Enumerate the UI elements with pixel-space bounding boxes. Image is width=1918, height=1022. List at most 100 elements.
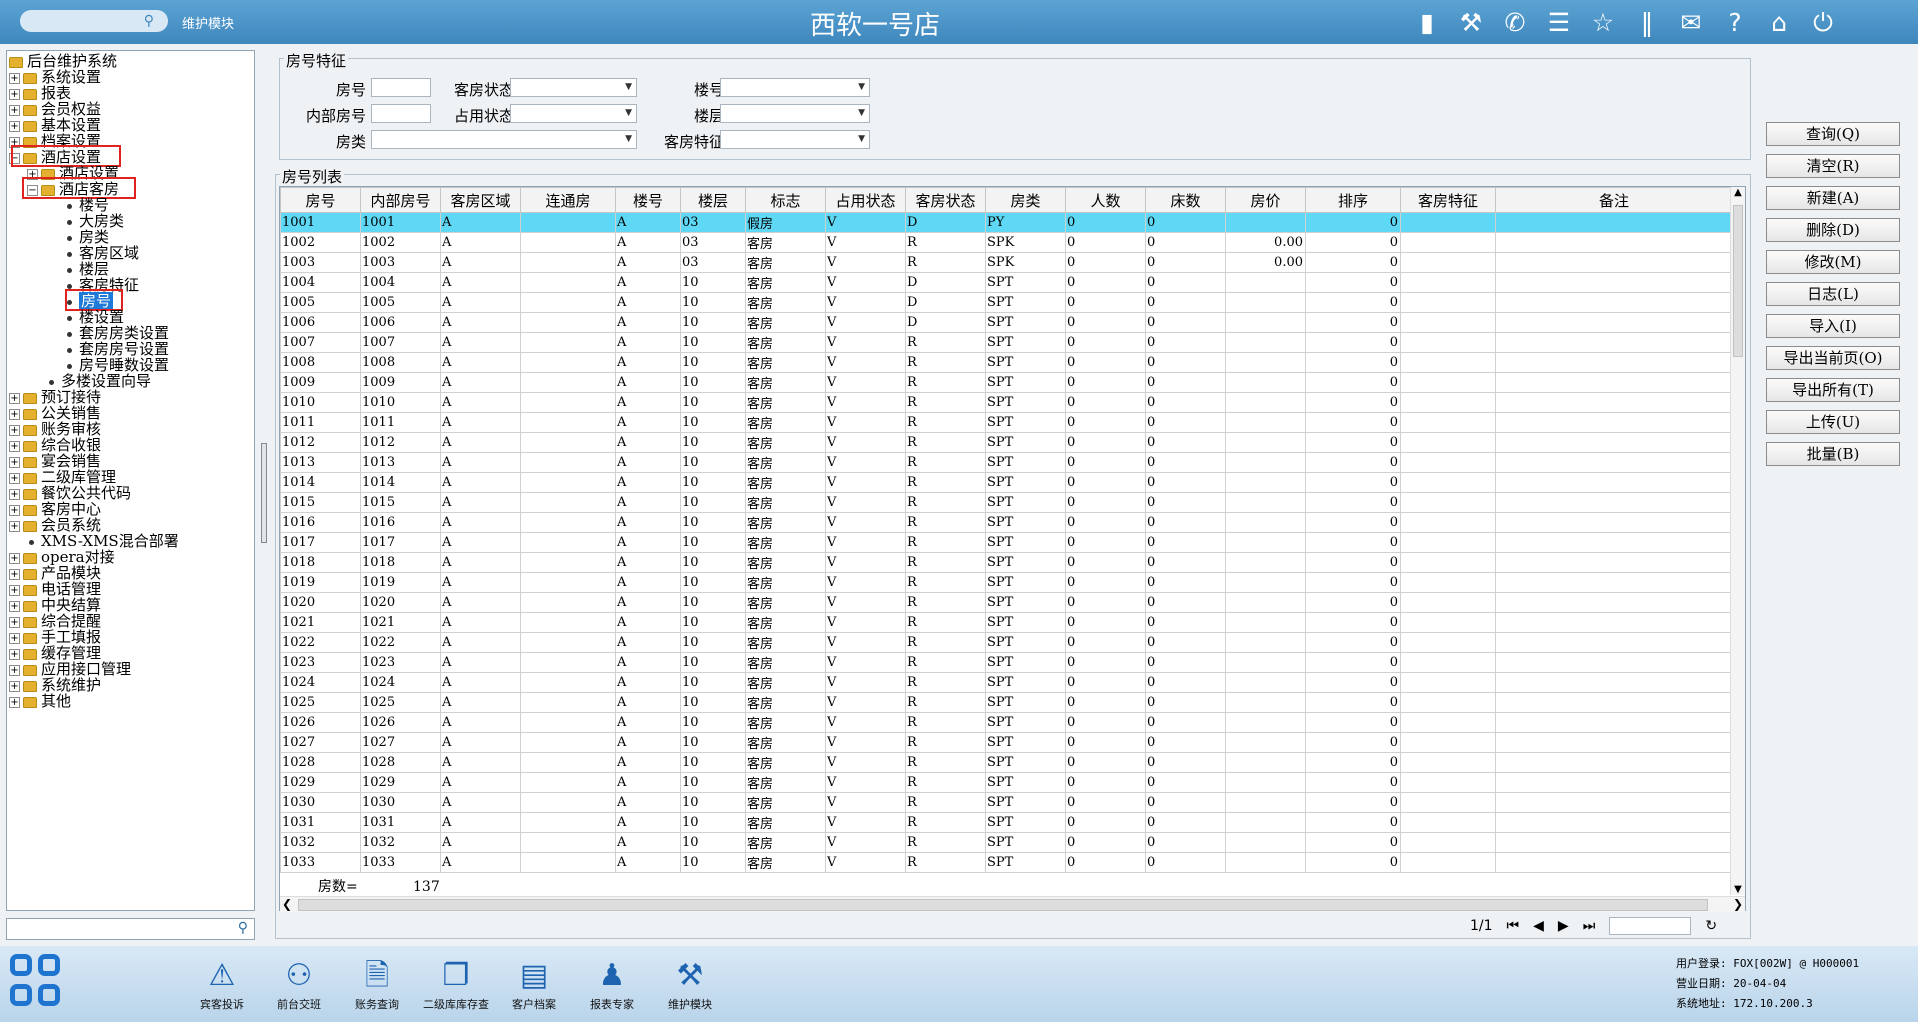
- table-row[interactable]: 1013 1013 A A 10 客房 V R SPT 0 0 0: [280, 452, 1733, 473]
- tree-leaf[interactable]: XMS-XMS混合部署: [27, 533, 179, 549]
- column-header[interactable]: 标志: [745, 187, 826, 213]
- query-button[interactable]: 查询(Q): [1766, 122, 1900, 146]
- refresh-icon[interactable]: ↻: [1705, 918, 1717, 934]
- tree-item[interactable]: + 综合收银: [9, 437, 101, 453]
- tree-leaf[interactable]: 套房房号设置: [65, 341, 169, 357]
- room-type-select[interactable]: ▼: [371, 130, 637, 149]
- scroll-thumb[interactable]: [298, 899, 1708, 911]
- column-header[interactable]: 房价: [1225, 187, 1306, 213]
- table-row[interactable]: 1016 1016 A A 10 客房 V R SPT 0 0 0: [280, 512, 1733, 533]
- scroll-right-icon[interactable]: ❯: [1733, 897, 1743, 911]
- tree-item[interactable]: + 会员系统: [9, 517, 101, 533]
- table-row[interactable]: 1023 1023 A A 10 客房 V R SPT 0 0 0: [280, 652, 1733, 673]
- tree-leaf[interactable]: 多楼设置向导: [47, 373, 151, 389]
- tree-leaf[interactable]: 房类: [65, 229, 109, 245]
- table-row[interactable]: 1004 1004 A A 10 客房 V D SPT 0 0 0: [280, 272, 1733, 293]
- chevron-down-icon[interactable]: ▼: [858, 79, 865, 96]
- mail-icon[interactable]: ✉: [1676, 8, 1706, 38]
- panel-splitter[interactable]: [261, 443, 267, 543]
- column-header[interactable]: 备注: [1495, 187, 1733, 213]
- tree-item[interactable]: + 报表: [9, 85, 71, 101]
- log-button[interactable]: 日志(L): [1766, 282, 1900, 306]
- scroll-thumb[interactable]: [1733, 205, 1743, 357]
- app-logo-icon[interactable]: [10, 954, 64, 1012]
- tree-item[interactable]: + 系统设置: [9, 69, 101, 85]
- table-row[interactable]: 1009 1009 A A 10 客房 V R SPT 0 0 0: [280, 372, 1733, 393]
- table-row[interactable]: 1002 1002 A A 03 客房 V R SPK 0 0 0.00 0: [280, 232, 1733, 253]
- table-row[interactable]: 1024 1024 A A 10 客房 V R SPT 0 0 0: [280, 672, 1733, 693]
- clear-button[interactable]: 清空(R): [1766, 154, 1900, 178]
- room-feature-select[interactable]: ▼: [720, 130, 870, 149]
- table-row[interactable]: 1005 1005 A A 10 客房 V D SPT 0 0 0: [280, 292, 1733, 313]
- tree-item[interactable]: + 其他: [9, 693, 71, 709]
- scroll-up-icon[interactable]: ▲: [1731, 187, 1745, 198]
- report-expert-button[interactable]: ♟ 报表专家: [572, 956, 652, 1012]
- column-header[interactable]: 排序: [1305, 187, 1401, 213]
- occupancy-status-select[interactable]: ▼: [510, 104, 637, 123]
- tree-item[interactable]: + 电话管理: [9, 581, 101, 597]
- modify-button[interactable]: 修改(M): [1766, 250, 1900, 274]
- table-row[interactable]: 1020 1020 A A 10 客房 V R SPT 0 0 0: [280, 592, 1733, 613]
- batch-button[interactable]: 批量(B): [1766, 442, 1900, 466]
- column-header[interactable]: 房号: [280, 187, 361, 213]
- building-select[interactable]: ▼: [720, 78, 870, 97]
- tree-item[interactable]: + 应用接口管理: [9, 661, 131, 677]
- home-icon[interactable]: ⌂: [1764, 8, 1794, 38]
- table-row[interactable]: 1021 1021 A A 10 客房 V R SPT 0 0 0: [280, 612, 1733, 633]
- tree-item[interactable]: + 预订接待: [9, 389, 101, 405]
- tree-item[interactable]: + 基本设置: [9, 117, 101, 133]
- tools-icon[interactable]: ⚒: [1456, 8, 1486, 38]
- upload-button[interactable]: 上传(U): [1766, 410, 1900, 434]
- table-row[interactable]: 1028 1028 A A 10 客房 V R SPT 0 0 0: [280, 752, 1733, 773]
- tree-leaf[interactable]: 大房类: [65, 213, 124, 229]
- floor-select[interactable]: ▼: [720, 104, 870, 123]
- table-row[interactable]: 1027 1027 A A 10 客房 V R SPT 0 0 0: [280, 732, 1733, 753]
- table-row[interactable]: 1006 1006 A A 10 客房 V D SPT 0 0 0: [280, 312, 1733, 333]
- next-page-icon[interactable]: ▶: [1558, 918, 1569, 934]
- tree-item[interactable]: + 客房中心: [9, 501, 101, 517]
- star-icon[interactable]: ☆: [1588, 8, 1618, 38]
- tree-root[interactable]: 后台维护系统: [9, 53, 117, 69]
- column-header[interactable]: 人数: [1065, 187, 1146, 213]
- chevron-down-icon[interactable]: ▼: [625, 131, 632, 148]
- table-row[interactable]: 1003 1003 A A 03 客房 V R SPK 0 0 0.00 0: [280, 252, 1733, 273]
- tree-item[interactable]: + 账务审核: [9, 421, 101, 437]
- tree-item[interactable]: + 缓存管理: [9, 645, 101, 661]
- phone-icon[interactable]: ✆: [1500, 8, 1530, 38]
- page-input[interactable]: [1609, 917, 1692, 935]
- first-page-icon[interactable]: ⏮: [1507, 918, 1520, 934]
- last-page-icon[interactable]: ⏭: [1583, 918, 1596, 934]
- table-row[interactable]: 1015 1015 A A 10 客房 V R SPT 0 0 0: [280, 492, 1733, 513]
- table-row[interactable]: 1007 1007 A A 10 客房 V R SPT 0 0 0: [280, 332, 1733, 353]
- table-row[interactable]: 1011 1011 A A 10 客房 V R SPT 0 0 0: [280, 412, 1733, 433]
- inventory-query-button[interactable]: ❐ 二级库库存查: [416, 956, 496, 1012]
- vertical-scrollbar[interactable]: ▲ ▼: [1730, 187, 1745, 895]
- tree-item[interactable]: + 会员权益: [9, 101, 101, 117]
- chevron-down-icon[interactable]: ▼: [625, 79, 632, 96]
- tree-item[interactable]: + 系统维护: [9, 677, 101, 693]
- table-row[interactable]: 1033 1033 A A 10 客房 V R SPT 0 0 0: [280, 852, 1733, 873]
- table-row[interactable]: 1001 1001 A A 03 假房 V D PY 0 0 0: [280, 212, 1733, 233]
- tree-item[interactable]: + 宴会销售: [9, 453, 101, 469]
- tree-leaf[interactable]: 房号睡数设置: [65, 357, 169, 373]
- front-shift-button[interactable]: ⚇ 前台交班: [259, 956, 339, 1012]
- table-row[interactable]: 1019 1019 A A 10 客房 V R SPT 0 0 0: [280, 572, 1733, 593]
- delete-button[interactable]: 删除(D): [1766, 218, 1900, 242]
- menu-icon[interactable]: ☰: [1544, 8, 1574, 38]
- scroll-left-icon[interactable]: ❮: [282, 897, 292, 911]
- tree-leaf[interactable]: 楼号: [65, 197, 109, 213]
- tree-item[interactable]: + 中央结算: [9, 597, 101, 613]
- export-all-button[interactable]: 导出所有(T): [1766, 378, 1900, 402]
- table-row[interactable]: 1029 1029 A A 10 客房 V R SPT 0 0 0: [280, 772, 1733, 793]
- guest-complaint-button[interactable]: ⚠ 宾客投诉: [182, 956, 262, 1012]
- inner-no-input[interactable]: [371, 104, 431, 123]
- tree-search-input[interactable]: ⚲: [6, 918, 255, 940]
- tree-item[interactable]: + 餐饮公共代码: [9, 485, 131, 501]
- column-header[interactable]: 占用状态: [825, 187, 906, 213]
- table-row[interactable]: 1010 1010 A A 10 客房 V R SPT 0 0 0: [280, 392, 1733, 413]
- table-row[interactable]: 1026 1026 A A 10 客房 V R SPT 0 0 0: [280, 712, 1733, 733]
- chevron-down-icon[interactable]: ▼: [858, 131, 865, 148]
- table-row[interactable]: 1022 1022 A A 10 客房 V R SPT 0 0 0: [280, 632, 1733, 653]
- customer-profile-button[interactable]: ▤ 客户档案: [494, 956, 574, 1012]
- column-header[interactable]: 楼号: [615, 187, 681, 213]
